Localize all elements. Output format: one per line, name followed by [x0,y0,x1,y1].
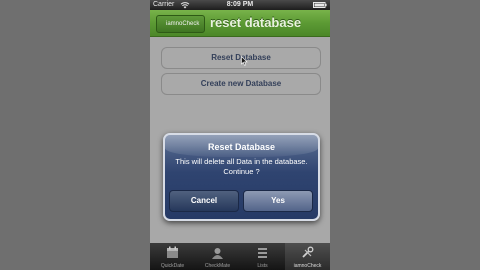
tab-label: Lists [257,263,268,269]
alert-message: This will delete all Data in the databas… [175,157,308,176]
battery-icon [313,2,327,8]
tab-label: CheckMate [204,263,231,269]
alert-title: Reset Database [207,142,276,152]
navigation-bar: iamnoCheck reset database [150,10,330,37]
create-database-button[interactable]: Create new Database [161,73,321,95]
tab-lists[interactable]: Lists [240,243,285,270]
tab-label: QuickDate [160,263,185,269]
phone-screen: Carrier 8:09 PM iamnoCheck reset databas… [150,0,330,270]
calendar-icon [167,246,178,258]
back-button[interactable]: iamnoCheck [156,15,206,33]
tab-bar: QuickDate CheckMate Lists iamnoCheck [150,243,330,270]
tab-quickdate[interactable]: QuickDate [150,243,195,270]
tools-icon [302,246,314,258]
cancel-button[interactable]: Cancel [169,190,239,212]
clock: 8:09 PM [226,1,254,8]
content-area: Reset Database Create new Database Reset… [150,37,330,243]
page-title: reset database [210,15,302,30]
tab-label: iamnoCheck [293,263,322,269]
yes-button[interactable]: Yes [243,190,313,212]
lists-icon [258,248,267,258]
tab-iamnocheck[interactable]: iamnoCheck [285,243,330,270]
checkmate-icon [212,248,223,259]
confirm-alert: Reset Database This will delete all Data… [163,133,320,221]
status-bar: Carrier 8:09 PM [150,0,330,10]
cursor-icon [241,56,248,66]
tab-checkmate[interactable]: CheckMate [195,243,240,270]
